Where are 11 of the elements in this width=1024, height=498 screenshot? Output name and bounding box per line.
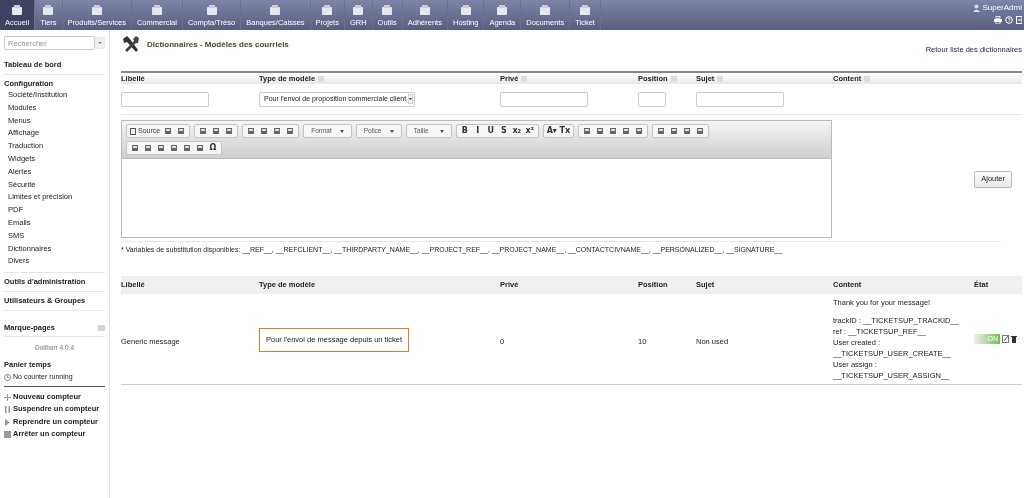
- format-button[interactable]: Tx: [558, 125, 571, 137]
- format-button[interactable]: I: [471, 125, 484, 137]
- user-name[interactable]: SuperAdmi: [982, 2, 1022, 14]
- format-button[interactable]: x₂: [510, 125, 523, 137]
- format-button[interactable]: x²: [523, 125, 536, 137]
- format-button[interactable]: U: [484, 125, 497, 137]
- format-button[interactable]: A▾: [545, 125, 558, 137]
- page-title: Dictionnaires - Modèles des courriels: [147, 39, 289, 51]
- format-button[interactable]: S: [497, 125, 510, 137]
- format-button[interactable]: B: [458, 125, 471, 137]
- format-button[interactable]: Ω: [207, 142, 219, 154]
